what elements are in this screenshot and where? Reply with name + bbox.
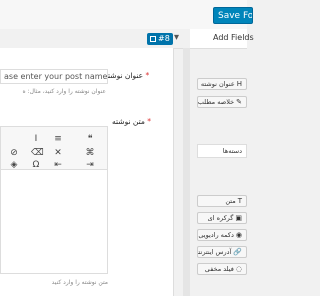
- content-hint: متن نوشته را وارد کنید: [51, 279, 108, 286]
- required-marker: *: [147, 117, 152, 126]
- content-label-text: متن نوشته: [112, 117, 145, 126]
- form-id-label: #8: [158, 34, 170, 43]
- keyboard-icon[interactable]: ⌘: [85, 148, 95, 158]
- clear-format-icon[interactable]: ⌫: [31, 148, 44, 158]
- field-checkbox[interactable]: ▣ گرکره ای: [197, 212, 247, 224]
- pencil-icon: ✎: [236, 98, 242, 106]
- title-hint: عنوان نوشته را وارد کنید، مثال: ه: [22, 88, 106, 95]
- sidebar-title: Add Fields: [213, 33, 254, 42]
- field-label: فیلد مخفی: [204, 265, 234, 273]
- title-input[interactable]: ase enter your post name: [0, 69, 108, 84]
- section-categories[interactable]: دسته‌ها: [197, 144, 247, 158]
- field-post-title[interactable]: H عنوان نوشته: [197, 78, 247, 90]
- indent-icon[interactable]: ⇥: [85, 160, 95, 170]
- field-label: عنوان نوشته: [200, 80, 235, 88]
- field-label: آدرس اینترنتی: [198, 248, 232, 256]
- hidden-icon: ◌: [235, 265, 242, 273]
- title-label-text: عنوان نوشته: [104, 71, 144, 80]
- save-form-button[interactable]: Save Form: [213, 7, 253, 24]
- field-label: گرکره ای: [207, 214, 234, 222]
- radio-icon: ◉: [235, 231, 242, 239]
- list-icon[interactable]: ≡: [53, 134, 63, 144]
- field-label: دکمه رادیویی: [198, 231, 234, 239]
- italic-icon[interactable]: I: [31, 134, 41, 144]
- shortcode-icon: [150, 36, 156, 42]
- field-label: متن: [225, 197, 236, 205]
- field-excerpt[interactable]: ✎ خلاصه مطلب: [197, 96, 247, 108]
- field-label: خلاصه مطلب: [197, 98, 235, 106]
- link-icon: 🔗: [233, 248, 242, 256]
- field-radio[interactable]: ◉ دکمه رادیویی: [197, 229, 247, 241]
- top-bar: Save Form: [0, 0, 253, 30]
- content-editor[interactable]: I ≡ ❝ ⊘ ⌫ ✕ ⌘ ◈ Ω ⇤ ⇥: [0, 126, 108, 274]
- field-url[interactable]: 🔗 آدرس اینترنتی: [197, 246, 247, 258]
- editor-toolbar: I ≡ ❝ ⊘ ⌫ ✕ ⌘ ◈ Ω ⇤ ⇥: [1, 127, 107, 170]
- eraser-icon[interactable]: ◈: [9, 160, 19, 170]
- blockquote-icon[interactable]: ❝: [85, 134, 95, 144]
- chevron-down-icon[interactable]: ▾: [174, 32, 179, 43]
- checkbox-icon: ▣: [235, 214, 242, 222]
- form-id-badge: #8: [147, 33, 173, 45]
- omega-icon[interactable]: Ω: [31, 160, 41, 170]
- field-text[interactable]: T متن: [197, 195, 247, 207]
- outdent-icon[interactable]: ⇤: [53, 160, 63, 170]
- strikethrough-icon[interactable]: ⊘: [9, 148, 19, 158]
- fullscreen-icon[interactable]: ✕: [53, 148, 63, 158]
- field-hidden[interactable]: ◌ فیلد مخفی: [197, 263, 247, 275]
- content-field-label: * متن نوشته: [112, 117, 151, 126]
- scrollbar[interactable]: [183, 48, 190, 296]
- required-marker: *: [145, 71, 150, 80]
- text-icon: T: [237, 197, 242, 205]
- title-field-label: * عنوان نوشته: [104, 71, 149, 80]
- heading-icon: H: [236, 80, 242, 88]
